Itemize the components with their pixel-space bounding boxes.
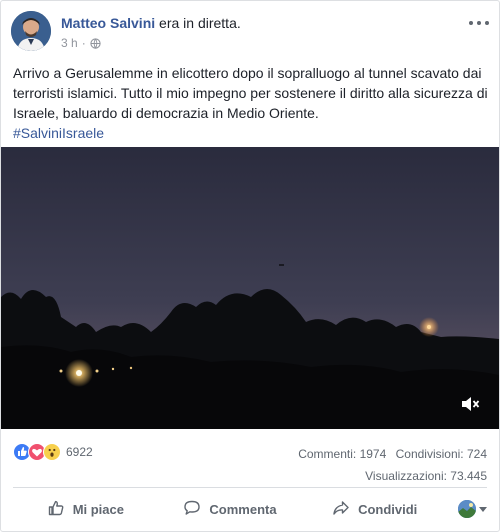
views-count: Visualizzazioni: 73.445 bbox=[365, 469, 487, 483]
post-header: Matteo Salvini era in diretta. 3 h · bbox=[11, 11, 489, 55]
more-options-icon[interactable] bbox=[469, 17, 489, 29]
post-action: era in diretta. bbox=[159, 15, 241, 31]
actions-divider bbox=[13, 487, 487, 488]
video-player[interactable] bbox=[1, 147, 499, 429]
author-avatar[interactable] bbox=[11, 11, 51, 51]
share-arrow-icon bbox=[332, 499, 350, 520]
reactions-summary[interactable]: 6922 bbox=[13, 443, 93, 461]
meta-separator: · bbox=[81, 36, 86, 50]
comments-count[interactable]: Commenti: 1974 bbox=[298, 447, 386, 461]
post-meta: 3 h · bbox=[61, 36, 101, 50]
share-label: Condividi bbox=[358, 501, 418, 517]
share-button[interactable]: Condividi bbox=[302, 499, 447, 520]
speech-bubble-icon bbox=[183, 499, 201, 520]
profile-selector[interactable] bbox=[447, 500, 488, 518]
chevron-down-icon bbox=[479, 506, 488, 512]
engagement-stats: Commenti: 1974 Condivisioni: 724 Visuali… bbox=[292, 443, 487, 487]
hashtag-link[interactable]: #SalviniIsraele bbox=[13, 125, 104, 141]
post-card: Matteo Salvini era in diretta. 3 h · Arr… bbox=[0, 0, 500, 532]
post-body: Arrivo a Gerusalemme in elicottero dopo … bbox=[13, 65, 488, 121]
post-stats: 6922 Commenti: 1974 Condivisioni: 724 Vi… bbox=[13, 439, 487, 483]
globe-icon[interactable] bbox=[90, 37, 101, 49]
header-line: Matteo Salvini era in diretta. bbox=[61, 15, 241, 31]
like-button[interactable]: Mi piace bbox=[13, 499, 158, 520]
action-bar: Mi piace Commenta Condividi bbox=[13, 491, 488, 527]
comment-label: Commenta bbox=[209, 501, 277, 517]
thumbs-up-icon bbox=[47, 499, 65, 520]
post-text: Arrivo a Gerusalemme in elicottero dopo … bbox=[13, 63, 489, 143]
mini-avatar bbox=[458, 500, 477, 518]
author-name[interactable]: Matteo Salvini bbox=[61, 15, 155, 31]
comment-button[interactable]: Commenta bbox=[158, 499, 303, 520]
speaker-muted-icon[interactable] bbox=[459, 393, 481, 415]
like-label: Mi piace bbox=[72, 501, 124, 517]
reactions-count[interactable]: 6922 bbox=[66, 445, 93, 459]
shares-count[interactable]: Condivisioni: 724 bbox=[396, 447, 487, 461]
post-time[interactable]: 3 h bbox=[61, 36, 78, 50]
wow-icon bbox=[43, 443, 61, 461]
